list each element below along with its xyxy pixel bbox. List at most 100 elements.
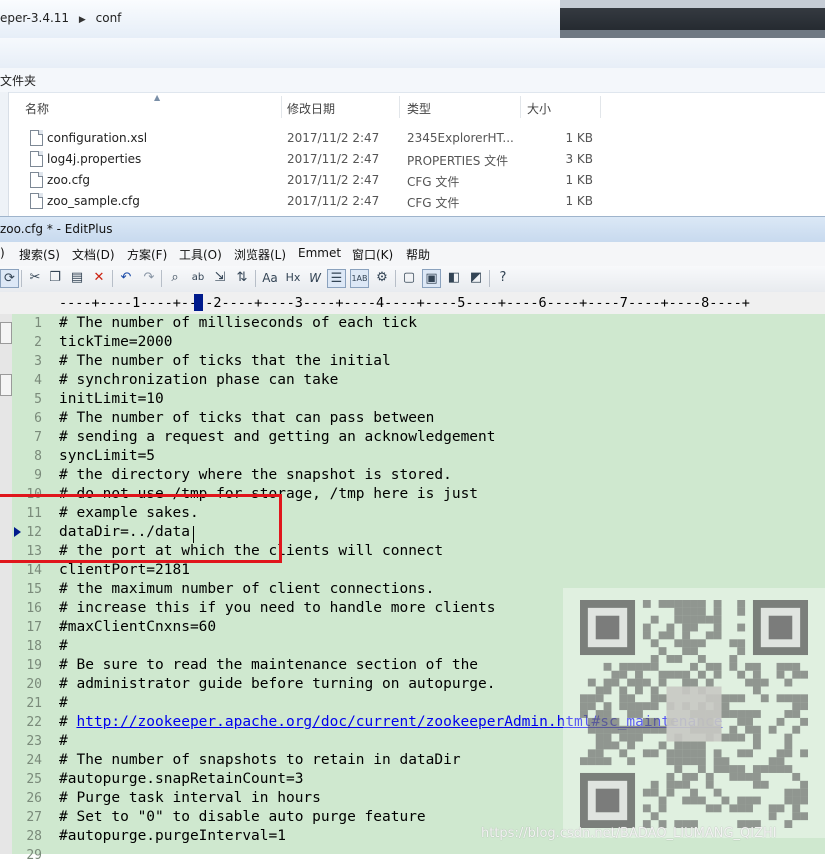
source-watermark: https://blog.csdn.net/BADAO_LIUMANG_QIZH… bbox=[481, 826, 777, 841]
menu-item-tools[interactable]: 工具(O) bbox=[179, 246, 222, 263]
code-text: # Purge task interval in hours bbox=[59, 790, 321, 806]
line-number: 4 bbox=[34, 373, 42, 388]
output-window-icon[interactable]: ▣ bbox=[422, 269, 441, 288]
file-date: 2017/11/2 2:47 bbox=[287, 173, 380, 187]
file-name: zoo.cfg bbox=[47, 173, 91, 187]
file-row[interactable]: zoo.cfg 2017/11/2 2:47 CFG 文件 1 KB bbox=[8, 170, 825, 191]
code-text: clientPort=2181 bbox=[59, 562, 190, 578]
file-size: 1 KB bbox=[565, 173, 593, 187]
file-row[interactable]: zoo_sample.cfg 2017/11/2 2:47 CFG 文件 1 K… bbox=[8, 191, 825, 212]
paste-icon[interactable]: ▤ bbox=[68, 269, 86, 287]
file-name: configuration.xsl bbox=[47, 131, 148, 145]
code-line[interactable]: 14 clientPort=2181 bbox=[12, 561, 825, 580]
file-date: 2017/11/2 2:47 bbox=[287, 152, 380, 166]
menu-item-document[interactable]: 文档(D) bbox=[72, 246, 115, 263]
cliptext-icon[interactable]: ◩ bbox=[467, 269, 485, 287]
file-list-header: ▲ 名称 修改日期 类型 大小 bbox=[8, 93, 825, 118]
line-number: 29 bbox=[26, 848, 42, 863]
column-header-size[interactable]: 大小 bbox=[527, 100, 551, 117]
code-text: # bbox=[59, 695, 68, 711]
qr-code-image bbox=[580, 600, 808, 828]
line-number: 15 bbox=[26, 582, 42, 597]
file-size: 1 KB bbox=[565, 131, 593, 145]
code-line[interactable]: 6 # The number of ticks that can pass bet… bbox=[12, 409, 825, 428]
column-header-name[interactable]: 名称 bbox=[25, 100, 49, 117]
code-text: # The number of milliseconds of each tic… bbox=[59, 315, 417, 331]
file-type: CFG 文件 bbox=[407, 196, 460, 210]
line-number-icon[interactable]: ☰ bbox=[327, 269, 346, 288]
code-line[interactable]: 2 tickTime=2000 bbox=[12, 333, 825, 352]
file-icon bbox=[30, 193, 43, 209]
code-line[interactable]: 1 # The number of milliseconds of each ti… bbox=[12, 314, 825, 333]
line-number: 16 bbox=[26, 601, 42, 616]
selector-button[interactable] bbox=[0, 374, 12, 396]
sort-ascending-icon: ▲ bbox=[154, 93, 161, 102]
menu-item-partial[interactable]: ) bbox=[0, 246, 5, 260]
code-text: tickTime=2000 bbox=[59, 334, 173, 350]
menu-item-emmet[interactable]: Emmet bbox=[298, 246, 341, 260]
file-row[interactable]: configuration.xsl 2017/11/2 2:47 2345Exp… bbox=[8, 128, 825, 149]
code-text: # bbox=[59, 714, 77, 730]
file-date: 2017/11/2 2:47 bbox=[287, 194, 380, 208]
cut-icon[interactable]: ✂ bbox=[26, 269, 44, 287]
column-header-type[interactable]: 类型 bbox=[407, 100, 431, 117]
help-icon[interactable]: ? bbox=[494, 269, 512, 287]
replace-icon[interactable]: ab bbox=[189, 269, 207, 287]
code-line[interactable]: 5 initLimit=10 bbox=[12, 390, 825, 409]
code-text: # the maximum number of client connectio… bbox=[59, 581, 435, 597]
code-text: # the directory where the snapshot is st… bbox=[59, 467, 452, 483]
code-text: # sending a request and getting an ackno… bbox=[59, 429, 496, 445]
code-line[interactable]: 9 # the directory where the snapshot is s… bbox=[12, 466, 825, 485]
menu-item-help[interactable]: 帮助 bbox=[406, 246, 430, 263]
directory-icon[interactable]: ◧ bbox=[445, 269, 463, 287]
code-line[interactable]: 29 bbox=[12, 846, 825, 865]
browser-icon[interactable]: ⟳ bbox=[0, 269, 19, 288]
code-line[interactable]: 4 # synchronization phase can take bbox=[12, 371, 825, 390]
column-header-date[interactable]: 修改日期 bbox=[287, 100, 335, 117]
undo-icon[interactable]: ↶ bbox=[117, 269, 135, 287]
line-number: 17 bbox=[26, 620, 42, 635]
menu-item-search[interactable]: 搜索(S) bbox=[19, 246, 60, 263]
menu-item-window[interactable]: 窗口(K) bbox=[352, 246, 393, 263]
word-wrap-icon[interactable]: W bbox=[306, 269, 324, 287]
code-line[interactable]: 8 syncLimit=5 bbox=[12, 447, 825, 466]
address-bar[interactable]: eper-3.4.11 ▶ conf bbox=[0, 0, 560, 39]
file-name: zoo_sample.cfg bbox=[47, 194, 140, 208]
code-text: # synchronization phase can take bbox=[59, 372, 339, 388]
breadcrumb: eper-3.4.11 ▶ conf bbox=[0, 11, 127, 25]
line-number: 24 bbox=[26, 753, 42, 768]
line-number: 22 bbox=[26, 715, 42, 730]
menu-item-browser[interactable]: 浏览器(L) bbox=[234, 246, 286, 263]
line-number: 5 bbox=[34, 392, 42, 407]
delete-icon[interactable]: ✕ bbox=[90, 269, 108, 287]
find-icon[interactable]: ⌕ bbox=[166, 269, 184, 287]
breadcrumb-item-conf[interactable]: conf bbox=[96, 11, 122, 25]
column-ruler: ----+----1----+----2----+----3----+----4… bbox=[0, 292, 825, 315]
columns-icon[interactable]: ⇅ bbox=[233, 269, 251, 287]
copy-icon[interactable]: ❐ bbox=[46, 269, 64, 287]
abc-ruler-icon[interactable]: 1AB bbox=[350, 269, 369, 288]
line-number: 9 bbox=[34, 468, 42, 483]
font-icon[interactable]: Aa bbox=[261, 269, 279, 287]
editplus-title-bar[interactable]: zoo.cfg * - EditPlus bbox=[0, 216, 825, 243]
selector-button[interactable] bbox=[0, 322, 12, 344]
breadcrumb-separator-icon[interactable]: ▶ bbox=[79, 15, 86, 25]
settings-gear-icon[interactable]: ⚙ bbox=[373, 269, 391, 287]
code-line[interactable]: 7 # sending a request and getting an ackn… bbox=[12, 428, 825, 447]
goto-icon[interactable]: ⇲ bbox=[211, 269, 229, 287]
ruler-marks: ----+----1----+----2----+----3----+----4… bbox=[59, 295, 750, 311]
window-title: zoo.cfg * - EditPlus bbox=[0, 222, 113, 236]
line-number: 28 bbox=[26, 829, 42, 844]
ruler-cursor-marker bbox=[194, 294, 203, 311]
line-number: 2 bbox=[34, 335, 42, 350]
code-line[interactable]: 3 # The number of ticks that the initial bbox=[12, 352, 825, 371]
line-number: 6 bbox=[34, 411, 42, 426]
hex-icon[interactable]: Hx bbox=[284, 269, 302, 287]
line-number: 18 bbox=[26, 639, 42, 654]
redo-icon[interactable]: ↷ bbox=[140, 269, 158, 287]
menu-item-project[interactable]: 方案(F) bbox=[127, 246, 167, 263]
breadcrumb-item-parent[interactable]: eper-3.4.11 bbox=[0, 11, 69, 25]
code-text: # The number of ticks that can pass betw… bbox=[59, 410, 435, 426]
file-row[interactable]: log4j.properties 2017/11/2 2:47 PROPERTI… bbox=[8, 149, 825, 170]
window-icon[interactable]: ▢ bbox=[400, 269, 418, 287]
